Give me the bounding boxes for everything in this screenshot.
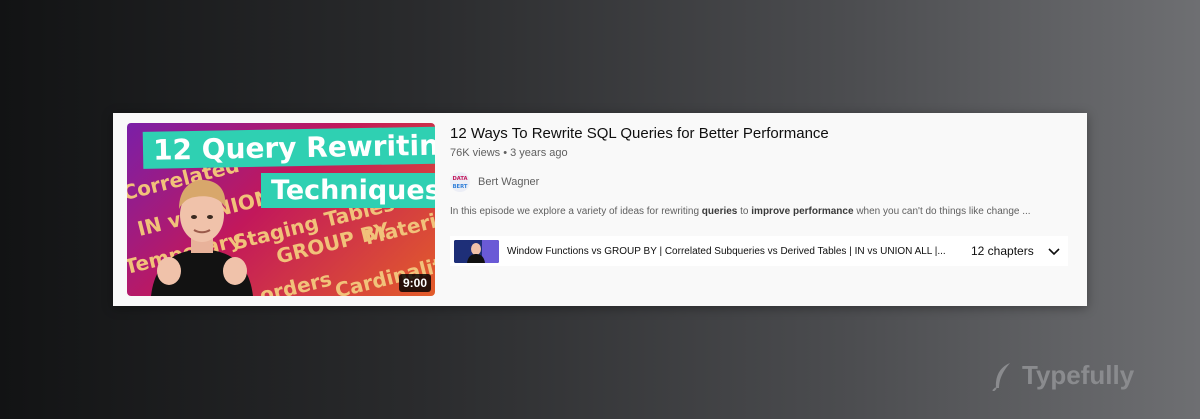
brand-name: Typefully	[1022, 360, 1135, 390]
video-thumbnail[interactable]: Correlated IN vs UNION ALL Staging Table…	[127, 123, 435, 296]
video-info: 12 Ways To Rewrite SQL Queries for Bette…	[450, 113, 1087, 306]
upload-age: 3 years ago	[510, 147, 568, 159]
channel-name[interactable]: Bert Wagner	[478, 176, 539, 188]
thumbnail-headline: 12 Query Rewriting	[142, 126, 435, 169]
chapters-bar[interactable]: Window Functions vs GROUP BY | Correlate…	[450, 236, 1068, 266]
channel-avatar[interactable]: DATA BERT	[450, 172, 470, 192]
chevron-down-icon[interactable]	[1046, 243, 1062, 259]
presenter-figure	[151, 179, 253, 296]
thumbnail-term: orders	[257, 266, 335, 296]
feather-icon	[992, 362, 1010, 391]
chapter-thumbnail[interactable]	[454, 239, 499, 263]
video-metadata: 76K views • 3 years ago	[450, 147, 568, 159]
thumbnail-headline: Techniques	[261, 173, 435, 208]
video-title[interactable]: 12 Ways To Rewrite SQL Queries for Bette…	[450, 125, 829, 142]
svg-text:BERT: BERT	[453, 184, 468, 190]
video-result-card[interactable]: Correlated IN vs UNION ALL Staging Table…	[113, 113, 1087, 306]
meta-separator: •	[503, 147, 508, 159]
view-count: 76K views	[450, 147, 501, 159]
typefully-watermark: Typefully	[990, 360, 1134, 391]
chapter-titles: Window Functions vs GROUP BY | Correlate…	[507, 245, 946, 257]
chapters-count: 12 chapters	[971, 244, 1034, 258]
channel-link[interactable]: DATA BERT Bert Wagner	[450, 171, 539, 193]
chapter-thumbnail-figure	[454, 239, 499, 263]
svg-text:DATA: DATA	[452, 176, 467, 182]
video-description: In this episode we explore a variety of …	[450, 206, 1031, 217]
channel-avatar-logo: DATA BERT	[450, 172, 470, 192]
video-duration-badge: 9:00	[398, 274, 431, 292]
